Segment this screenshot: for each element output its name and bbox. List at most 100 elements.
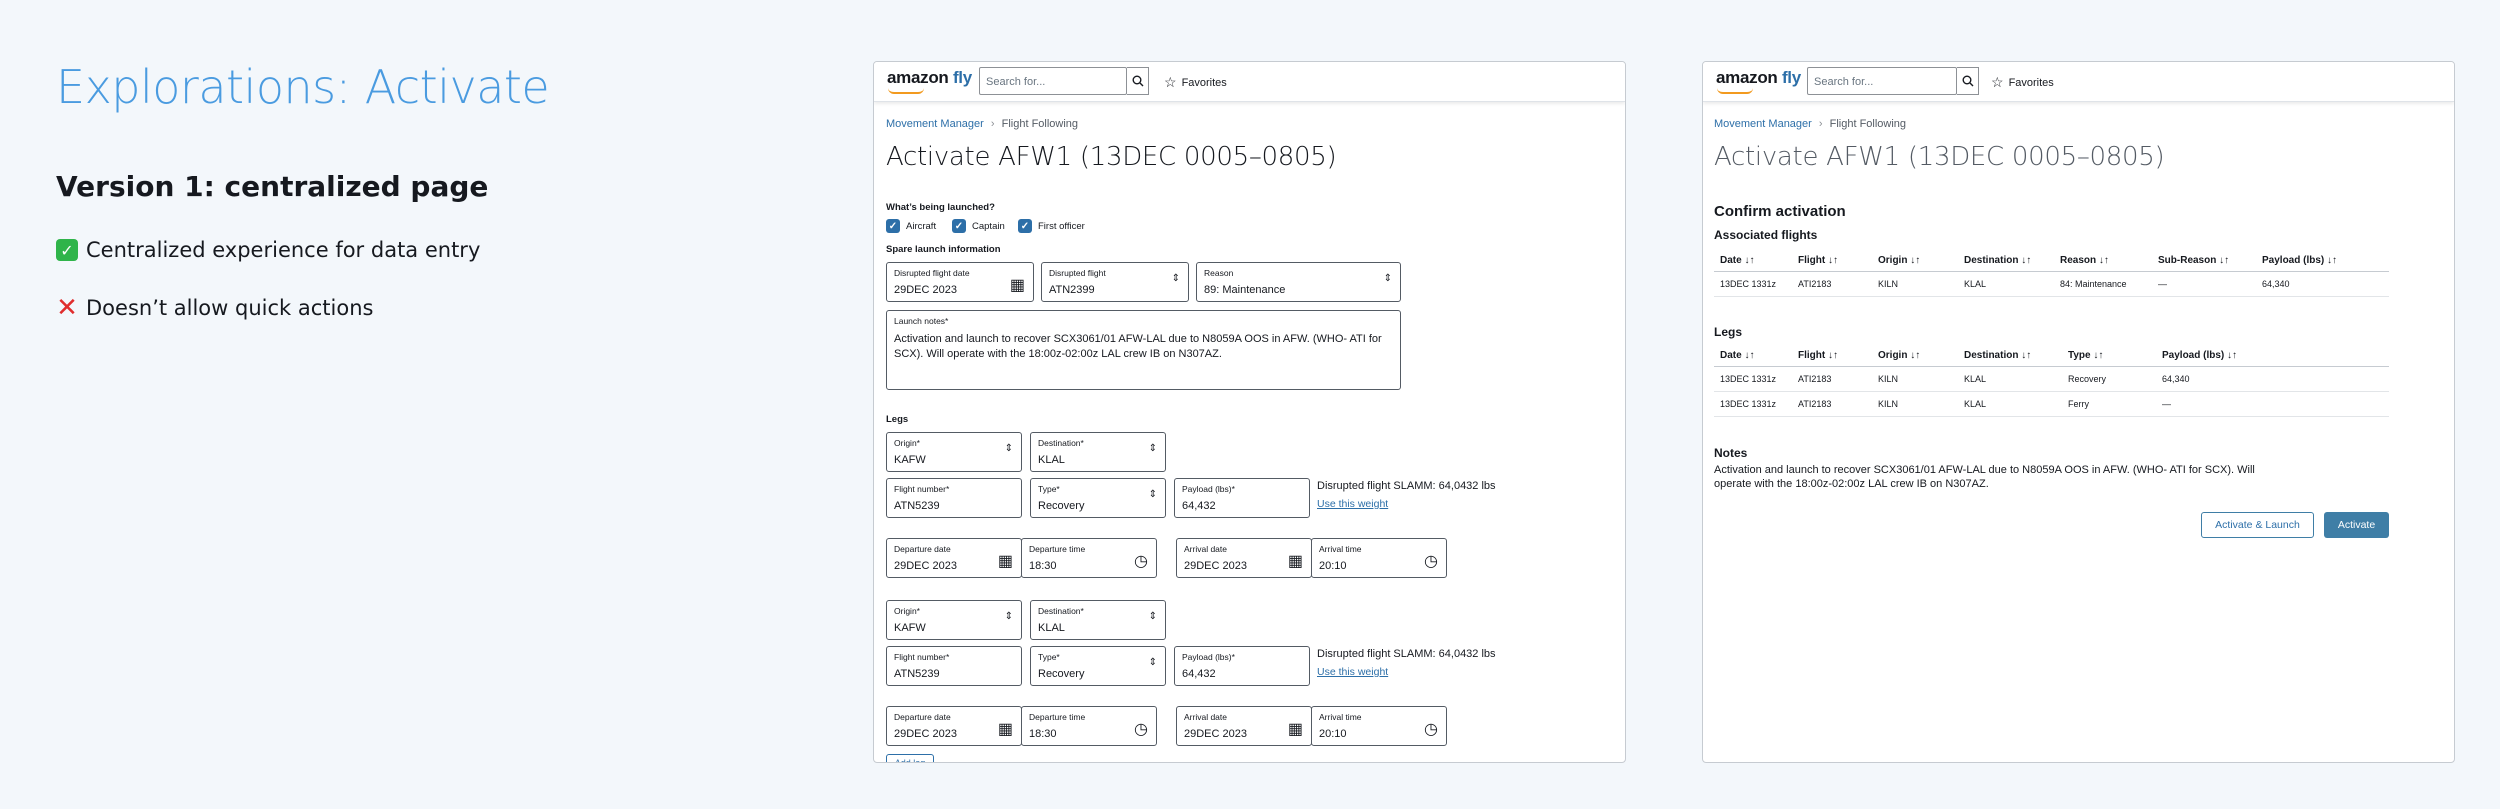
sort-select-icon: ⇕ (1148, 443, 1157, 454)
sort-icon: ↓↑ (2093, 350, 2104, 361)
column-header[interactable]: Destination ↓↑ (1958, 250, 2054, 272)
departure-time-field[interactable]: Departure time 18:30 ◷ (1021, 706, 1157, 746)
search-icon (1962, 75, 1973, 87)
column-header[interactable]: Date ↓↑ (1714, 345, 1792, 367)
sort-select-icon: ⇕ (1148, 611, 1157, 622)
search-button[interactable] (1957, 67, 1979, 95)
arrival-time-field[interactable]: Arrival time 20:10 ◷ (1311, 706, 1447, 746)
search-input[interactable]: Search for... (979, 67, 1127, 95)
sort-icon: ↓↑ (1910, 255, 1921, 266)
calendar-icon: ▦ (997, 553, 1013, 570)
sort-icon: ↓↑ (1744, 350, 1755, 361)
sort-select-icon: ⇕ (1004, 611, 1013, 622)
search-button[interactable] (1127, 67, 1149, 95)
breadcrumb-root[interactable]: Movement Manager (886, 118, 984, 130)
column-header[interactable]: Sub-Reason ↓↑ (2152, 250, 2256, 272)
type-select[interactable]: Type* Recovery ⇕ (1030, 478, 1166, 518)
sort-icon: ↓↑ (1910, 350, 1921, 361)
logo-smile-icon (888, 88, 924, 94)
associated-flights-table: Date ↓↑ Flight ↓↑ Origin ↓↑ Destination … (1714, 250, 2389, 297)
departure-date-field[interactable]: Departure date 29DEC 2023 ▦ (886, 706, 1022, 746)
disrupted-date-field[interactable]: Disrupted flight date 29DEC 2023 ▦ (886, 262, 1034, 302)
pro-text: Centralized experience for data entry (86, 238, 481, 262)
pro-bullet: ✓ Centralized experience for data entry (56, 238, 480, 262)
add-leg-button[interactable]: Add leg (886, 754, 934, 762)
column-header[interactable]: Type ↓↑ (2062, 345, 2156, 367)
sort-select-icon: ⇕ (1148, 489, 1157, 500)
sort-icon: ↓↑ (1744, 255, 1755, 266)
checkbox-checked-icon: ✓ (1018, 219, 1032, 233)
column-header[interactable]: Date ↓↑ (1714, 250, 1792, 272)
associated-flights-label: Associated flights (1714, 228, 1818, 242)
payload-field[interactable]: Payload (lbs)* 64,432 (1174, 478, 1310, 518)
favorites-button[interactable]: ☆ Favorites (1991, 74, 2054, 91)
notes-label: Notes (1714, 446, 1748, 460)
search-input[interactable]: Search for... (1807, 67, 1957, 95)
calendar-icon: ▦ (1287, 553, 1303, 570)
column-header[interactable]: Destination ↓↑ (1958, 345, 2062, 367)
app-logo[interactable]: amazon fly (1716, 68, 1801, 88)
table-row: 13DEC 1331z ATI2183 KILN KLAL 84: Maintenanc… (1714, 271, 2389, 297)
departure-time-field[interactable]: Departure time 18:30 ◷ (1021, 538, 1157, 578)
reason-select[interactable]: Reason 89: Maintenance ⇕ (1196, 262, 1401, 302)
checkbox-captain[interactable]: ✓ Captain (952, 219, 1005, 233)
activate-launch-button[interactable]: Activate & Launch (2201, 512, 2314, 538)
breadcrumb-root[interactable]: Movement Manager (1714, 118, 1812, 130)
sort-icon: ↓↑ (2327, 255, 2338, 266)
arrival-date-field[interactable]: Arrival date 29DEC 2023 ▦ (1176, 538, 1312, 578)
table-header-row: Date ↓↑ Flight ↓↑ Origin ↓↑ Destination … (1714, 345, 2389, 367)
column-header[interactable]: Flight ↓↑ (1792, 345, 1872, 367)
flight-number-field[interactable]: Flight number* ATN5239 (886, 646, 1022, 686)
flight-number-field[interactable]: Flight number* ATN5239 (886, 478, 1022, 518)
checkbox-first-officer[interactable]: ✓ First officer (1018, 219, 1085, 233)
page-title: Activate AFW1 (13DEC 0005–0805) (1714, 142, 2165, 172)
use-weight-link[interactable]: Use this weight (1317, 498, 1388, 510)
arrival-time-field[interactable]: Arrival time 20:10 ◷ (1311, 538, 1447, 578)
activate-button[interactable]: Activate (2324, 512, 2389, 538)
checkbox-aircraft[interactable]: ✓ Aircraft (886, 219, 936, 233)
table-row: 13DEC 1331z ATI2183 KILN KLAL Ferry — (1714, 391, 2389, 417)
clock-icon: ◷ (1134, 553, 1148, 570)
sort-icon: ↓↑ (2021, 350, 2032, 361)
payload-field[interactable]: Payload (lbs)* 64,432 (1174, 646, 1310, 686)
destination-select[interactable]: Destination* KLAL ⇕ (1030, 432, 1166, 472)
sort-icon: ↓↑ (2021, 255, 2032, 266)
sort-select-icon: ⇕ (1004, 443, 1013, 454)
favorites-button[interactable]: ☆ Favorites (1164, 74, 1227, 91)
top-nav: amazon fly Search for... ☆ Favorites (1703, 62, 2454, 102)
star-icon: ☆ (1991, 74, 2004, 90)
column-header[interactable]: Payload (lbs) ↓↑ (2256, 250, 2389, 272)
destination-select[interactable]: Destination* KLAL ⇕ (1030, 600, 1166, 640)
checkbox-checked-icon: ✓ (952, 219, 966, 233)
notes-line-1: Activation and launch to recover SCX3061… (1714, 464, 2255, 476)
page-heading: Explorations: Activate (56, 60, 550, 114)
arrival-date-field[interactable]: Arrival date 29DEC 2023 ▦ (1176, 706, 1312, 746)
breadcrumb: Movement Manager › Flight Following (1714, 118, 1906, 130)
calendar-icon: ▦ (1287, 721, 1303, 738)
sort-icon: ↓↑ (2098, 255, 2109, 266)
type-select[interactable]: Type* Recovery ⇕ (1030, 646, 1166, 686)
sort-icon: ↓↑ (1828, 350, 1838, 361)
column-header[interactable]: Origin ↓↑ (1872, 345, 1958, 367)
departure-date-field[interactable]: Departure date 29DEC 2023 ▦ (886, 538, 1022, 578)
app-logo[interactable]: amazon fly (887, 68, 972, 88)
logo-smile-icon (1717, 88, 1753, 94)
origin-select[interactable]: Origin* KAFW ⇕ (886, 600, 1022, 640)
origin-select[interactable]: Origin* KAFW ⇕ (886, 432, 1022, 472)
checkbox-checked-icon: ✓ (886, 219, 900, 233)
sort-select-icon: ⇕ (1171, 273, 1180, 284)
column-header[interactable]: Origin ↓↑ (1872, 250, 1958, 272)
use-weight-link[interactable]: Use this weight (1317, 666, 1388, 678)
chevron-right-icon: › (990, 118, 995, 130)
spare-label: Spare launch information (886, 244, 1001, 255)
column-header[interactable]: Payload (lbs) ↓↑ (2156, 345, 2389, 367)
column-header[interactable]: Flight ↓↑ (1792, 250, 1872, 272)
column-header[interactable]: Reason ↓↑ (2054, 250, 2152, 272)
clock-icon: ◷ (1424, 721, 1438, 738)
breadcrumb-current: Flight Following (1829, 118, 1907, 130)
calendar-icon: ▦ (997, 721, 1013, 738)
slamm-warning: Disrupted flight SLAMM: 64,0432 lbs (1317, 480, 1496, 492)
disrupted-flight-select[interactable]: Disrupted flight ATN2399 ⇕ (1041, 262, 1189, 302)
launch-notes-textarea[interactable]: Launch notes* Activation and launch to re… (886, 310, 1401, 390)
sort-select-icon: ⇕ (1148, 657, 1157, 668)
